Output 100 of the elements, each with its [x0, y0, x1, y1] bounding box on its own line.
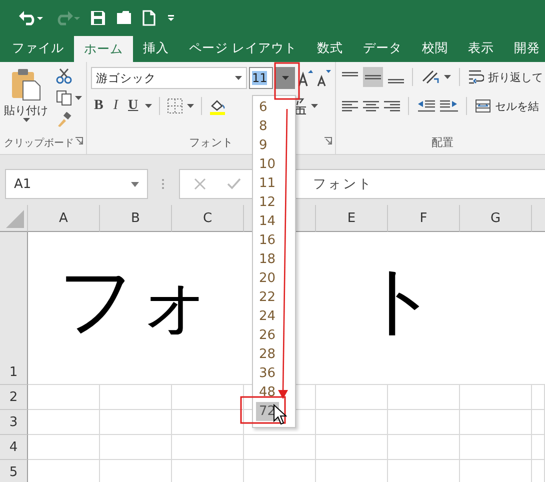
- cell[interactable]: [100, 410, 172, 435]
- column-header[interactable]: [532, 205, 545, 232]
- font-size-option[interactable]: 48: [256, 383, 279, 402]
- wrap-text-icon: [468, 69, 484, 85]
- font-size-option[interactable]: 26: [256, 326, 279, 345]
- align-right-icon[interactable]: [384, 99, 400, 113]
- new-document-icon[interactable]: [142, 10, 156, 26]
- font-size-dropdown-button[interactable]: [275, 67, 295, 89]
- ribbon-tab[interactable]: ページ レイアウト: [179, 35, 307, 62]
- font-name-field[interactable]: 游ゴシック: [91, 67, 247, 89]
- select-all-icon[interactable]: [6, 210, 24, 228]
- undo-icon[interactable]: [18, 10, 44, 26]
- font-size-field[interactable]: 11: [249, 67, 273, 89]
- font-size-option[interactable]: 22: [256, 288, 279, 307]
- column-header[interactable]: C: [172, 205, 244, 232]
- cell[interactable]: [244, 435, 316, 460]
- ribbon-tab[interactable]: データ: [352, 35, 412, 62]
- group-label: フォント: [189, 135, 233, 150]
- caret-icon[interactable]: [235, 76, 242, 80]
- ribbon-tab[interactable]: 開発: [504, 35, 545, 62]
- column-header[interactable]: A: [28, 205, 100, 232]
- merge-cells-button[interactable]: セルを結: [475, 98, 539, 114]
- decrease-indent-icon[interactable]: [417, 99, 435, 113]
- cell[interactable]: [532, 385, 545, 410]
- row-header[interactable]: 3: [0, 410, 28, 435]
- check-icon[interactable]: [227, 178, 241, 190]
- cell[interactable]: [100, 385, 172, 410]
- customize-toolbar-icon[interactable]: [166, 12, 176, 22]
- font-size-option[interactable]: 36: [256, 364, 279, 383]
- cell[interactable]: [316, 385, 388, 410]
- borders-icon[interactable]: [167, 98, 184, 114]
- cell[interactable]: [28, 385, 100, 410]
- cell[interactable]: [532, 410, 545, 435]
- ribbon-tab[interactable]: 挿入: [133, 35, 179, 62]
- drag-handle-icon[interactable]: [161, 178, 165, 190]
- cell[interactable]: [28, 410, 100, 435]
- font-size-option[interactable]: 8: [256, 117, 270, 136]
- save-icon[interactable]: [90, 10, 106, 26]
- font-size-option[interactable]: 16: [256, 231, 279, 250]
- column-header[interactable]: E: [316, 205, 388, 232]
- column-header[interactable]: B: [100, 205, 172, 232]
- format-painter-icon[interactable]: [56, 112, 72, 128]
- increase-indent-icon[interactable]: [440, 99, 458, 113]
- name-box[interactable]: A1: [5, 169, 148, 199]
- paste-button[interactable]: 貼り付け: [4, 67, 48, 122]
- dialog-launcher-icon[interactable]: [324, 137, 332, 145]
- column-header[interactable]: G: [460, 205, 532, 232]
- row-header[interactable]: 1: [0, 232, 28, 385]
- align-left-icon[interactable]: [342, 99, 358, 113]
- cell[interactable]: [460, 385, 532, 410]
- phonetic-guide-icon[interactable]: [293, 97, 308, 115]
- ribbon-tab[interactable]: 表示: [458, 35, 504, 62]
- row-header[interactable]: 2: [0, 385, 28, 410]
- wrap-text-button[interactable]: 折り返して: [468, 69, 543, 85]
- cell[interactable]: [388, 410, 460, 435]
- row-header[interactable]: 5: [0, 460, 28, 482]
- cell[interactable]: [460, 410, 532, 435]
- font-size-option[interactable]: 6: [256, 98, 270, 117]
- cell[interactable]: [460, 435, 532, 460]
- cell[interactable]: [28, 435, 100, 460]
- ribbon-tab[interactable]: 数式: [306, 35, 353, 62]
- cell[interactable]: [172, 385, 244, 410]
- caret-icon[interactable]: [145, 104, 152, 108]
- align-center-icon[interactable]: [363, 99, 379, 113]
- font-size-option[interactable]: 28: [256, 345, 279, 364]
- font-size-option[interactable]: 11: [256, 174, 279, 193]
- font-size-option[interactable]: 9: [256, 136, 270, 155]
- font-size-option[interactable]: 24: [256, 307, 279, 326]
- cancel-icon[interactable]: [194, 178, 206, 190]
- folder-icon[interactable]: [116, 10, 132, 26]
- cell[interactable]: [172, 410, 244, 435]
- italic-button[interactable]: I: [110, 98, 122, 114]
- bold-button[interactable]: B: [91, 98, 106, 114]
- text-orientation-icon[interactable]: [421, 69, 439, 85]
- cell[interactable]: [532, 435, 545, 460]
- caret-icon: [282, 76, 288, 80]
- caret-icon[interactable]: [187, 104, 194, 108]
- ribbon-tab[interactable]: ファイル: [2, 35, 74, 62]
- cell[interactable]: [388, 435, 460, 460]
- decrease-font-size-icon[interactable]: [315, 69, 331, 87]
- scissors-icon[interactable]: [56, 68, 72, 84]
- column-header[interactable]: F: [388, 205, 460, 232]
- dialog-launcher-icon[interactable]: [75, 137, 83, 145]
- caret-icon[interactable]: [444, 75, 451, 79]
- copy-icon[interactable]: [56, 90, 72, 106]
- cell[interactable]: [316, 410, 388, 435]
- row-header[interactable]: 4: [0, 435, 28, 460]
- ribbon-tab[interactable]: ホーム: [74, 36, 133, 62]
- cell[interactable]: [388, 385, 460, 410]
- cell[interactable]: [172, 435, 244, 460]
- underline-button[interactable]: U: [125, 98, 142, 114]
- cell[interactable]: [316, 435, 388, 460]
- caret-icon[interactable]: [131, 182, 139, 186]
- increase-font-size-icon[interactable]: [297, 69, 313, 87]
- caret-icon[interactable]: [311, 104, 318, 108]
- cell[interactable]: [100, 435, 172, 460]
- font-size-option[interactable]: 20: [256, 269, 279, 288]
- ribbon-tab[interactable]: 校閲: [412, 35, 458, 62]
- font-size-option[interactable]: 18: [256, 250, 279, 269]
- caret-icon[interactable]: [75, 96, 82, 100]
